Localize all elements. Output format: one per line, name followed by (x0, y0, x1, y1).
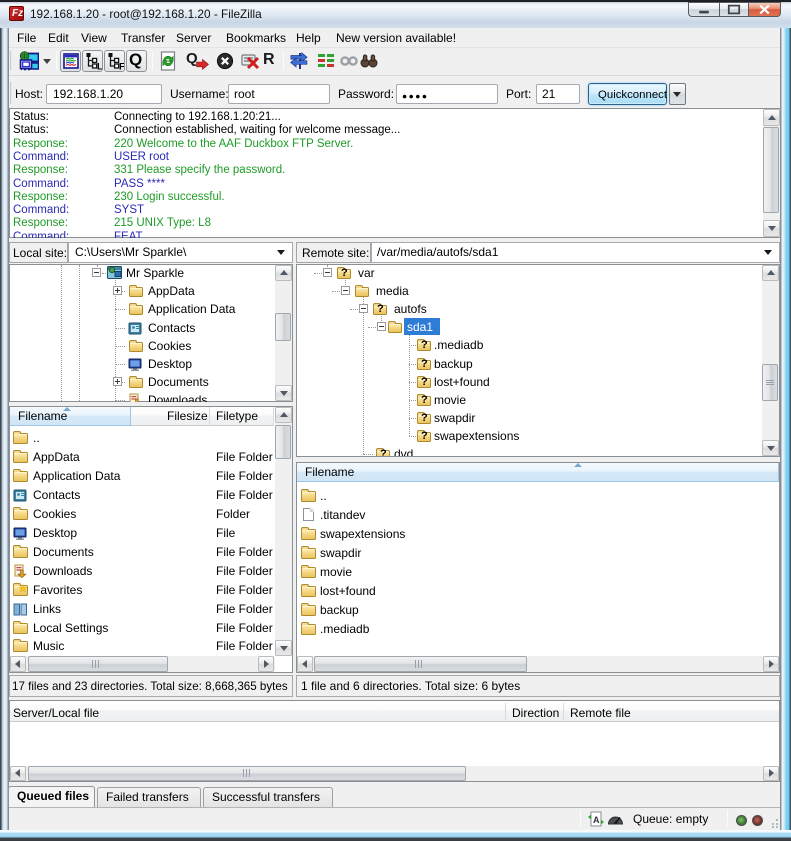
svg-text:L: L (97, 62, 102, 71)
svg-text:F: F (119, 62, 124, 71)
svg-text:A: A (593, 815, 600, 825)
